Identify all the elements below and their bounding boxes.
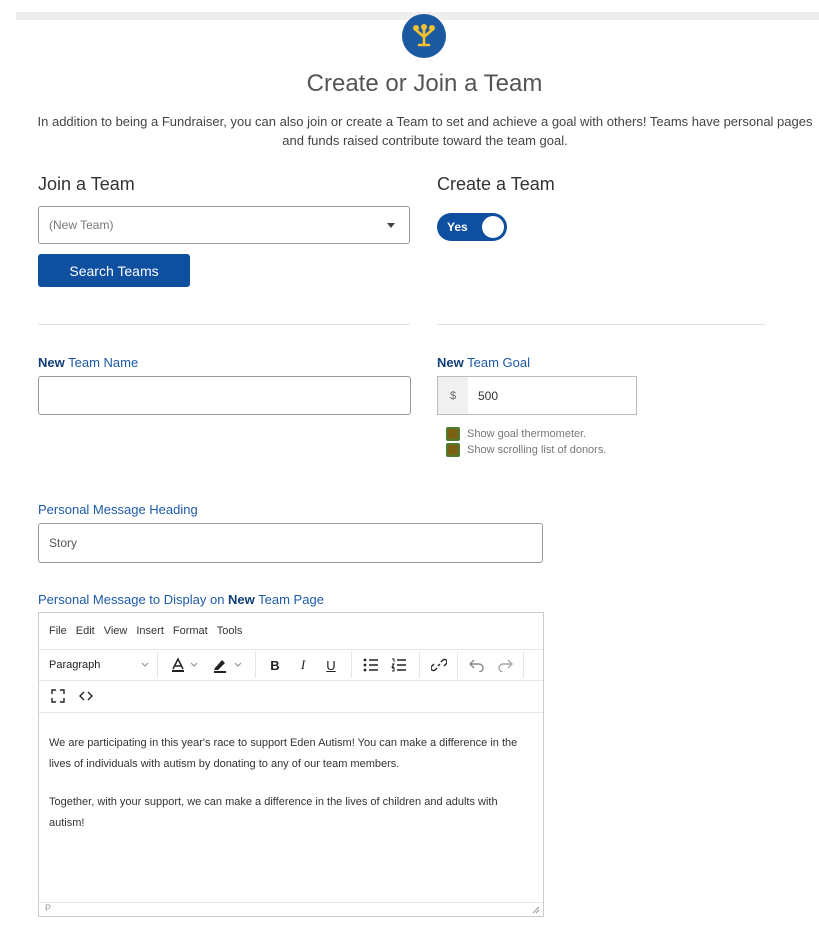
message-label-post: Team Page bbox=[254, 592, 324, 607]
editor-toolbar-secondary bbox=[39, 681, 543, 713]
toolbar-separator bbox=[457, 652, 458, 678]
highlight-color-button[interactable] bbox=[207, 650, 249, 680]
team-select-value: (New Team) bbox=[49, 218, 114, 232]
numbered-list-icon[interactable] bbox=[387, 650, 411, 680]
show-thermometer-option[interactable]: Show goal thermometer. bbox=[446, 427, 586, 441]
link-icon[interactable] bbox=[427, 650, 451, 680]
message-label-new: New bbox=[228, 592, 255, 607]
team-name-label-new: New bbox=[38, 355, 65, 370]
element-path: P bbox=[45, 903, 52, 913]
rich-text-editor[interactable]: File Edit View Insert Format Tools Parag… bbox=[38, 612, 544, 917]
logo bbox=[402, 14, 446, 58]
message-label-pre: Personal Message to Display on bbox=[38, 592, 229, 607]
menu-view[interactable]: View bbox=[104, 625, 128, 637]
resize-handle-icon[interactable] bbox=[532, 906, 540, 914]
toggle-knob bbox=[482, 216, 504, 238]
show-donors-option[interactable]: Show scrolling list of donors. bbox=[446, 443, 606, 457]
menu-insert[interactable]: Insert bbox=[136, 625, 164, 637]
team-goal-label-rest: Team Goal bbox=[463, 355, 530, 370]
editor-content[interactable]: We are participating in this year's race… bbox=[49, 733, 529, 851]
team-name-input[interactable] bbox=[38, 376, 411, 415]
source-code-icon[interactable] bbox=[75, 681, 97, 711]
editor-toolbar: Paragraph B I U bbox=[39, 649, 543, 681]
show-donors-label: Show scrolling list of donors. bbox=[467, 444, 607, 456]
search-teams-button[interactable]: Search Teams bbox=[38, 254, 190, 287]
bold-icon[interactable]: B bbox=[263, 650, 287, 680]
text-color-button[interactable] bbox=[165, 650, 205, 680]
message-label: Personal Message to Display on New Team … bbox=[38, 592, 324, 607]
highlight-pen-icon bbox=[214, 660, 242, 673]
team-goal-label-new: New bbox=[437, 355, 464, 370]
divider-left bbox=[38, 324, 410, 325]
currency-prefix: $ bbox=[438, 377, 468, 414]
underline-icon[interactable]: U bbox=[319, 650, 343, 680]
team-select[interactable]: (New Team) bbox=[38, 206, 410, 244]
fullscreen-icon[interactable] bbox=[47, 681, 69, 711]
toolbar-separator bbox=[523, 652, 524, 678]
editor-paragraph: Together, with your support, we can make… bbox=[49, 796, 498, 829]
checkbox-icon[interactable] bbox=[446, 427, 460, 441]
divider-right bbox=[437, 324, 765, 325]
chevron-down-icon bbox=[141, 662, 149, 667]
menu-format[interactable]: Format bbox=[173, 625, 208, 637]
intro-text: In addition to being a Fundraiser, you c… bbox=[37, 114, 813, 148]
tree-logo-icon bbox=[413, 24, 435, 47]
checkbox-icon[interactable] bbox=[446, 443, 460, 457]
team-goal-input[interactable]: $ 500 bbox=[437, 376, 637, 415]
toolbar-separator bbox=[157, 652, 158, 678]
editor-statusbar: P bbox=[39, 902, 543, 916]
text-color-icon bbox=[172, 657, 198, 672]
bullet-list-icon[interactable] bbox=[359, 650, 383, 680]
toggle-label: Yes bbox=[447, 220, 468, 234]
block-format-select[interactable]: Paragraph bbox=[49, 650, 149, 680]
team-goal-value: 500 bbox=[478, 388, 499, 403]
block-format-value: Paragraph bbox=[49, 659, 101, 671]
join-team-title: Join a Team bbox=[38, 174, 135, 194]
show-thermometer-label: Show goal thermometer. bbox=[467, 428, 587, 440]
editor-menubar: File Edit View Insert Format Tools bbox=[39, 613, 543, 649]
team-name-label-rest: Team Name bbox=[64, 355, 139, 370]
toolbar-separator bbox=[419, 652, 420, 678]
undo-icon[interactable] bbox=[465, 650, 489, 680]
caret-down-icon bbox=[387, 223, 395, 228]
editor-paragraph: We are participating in this year's race… bbox=[49, 737, 518, 770]
redo-icon[interactable] bbox=[493, 650, 517, 680]
page-title: Create or Join a Team bbox=[306, 70, 543, 97]
italic-icon[interactable]: I bbox=[291, 650, 315, 680]
team-goal-label: New Team Goal bbox=[437, 355, 530, 370]
menu-edit[interactable]: Edit bbox=[76, 625, 95, 637]
create-team-title: Create a Team bbox=[437, 174, 555, 194]
message-heading-label: Personal Message Heading bbox=[38, 502, 198, 517]
create-team-toggle[interactable]: Yes bbox=[437, 213, 507, 241]
message-heading-value: Story bbox=[49, 536, 78, 550]
team-name-label: New Team Name bbox=[38, 355, 138, 370]
message-heading-input[interactable]: Story bbox=[38, 523, 543, 563]
toolbar-separator bbox=[255, 652, 256, 678]
menu-file[interactable]: File bbox=[49, 625, 67, 637]
toolbar-separator bbox=[351, 652, 352, 678]
menu-tools[interactable]: Tools bbox=[217, 625, 243, 637]
